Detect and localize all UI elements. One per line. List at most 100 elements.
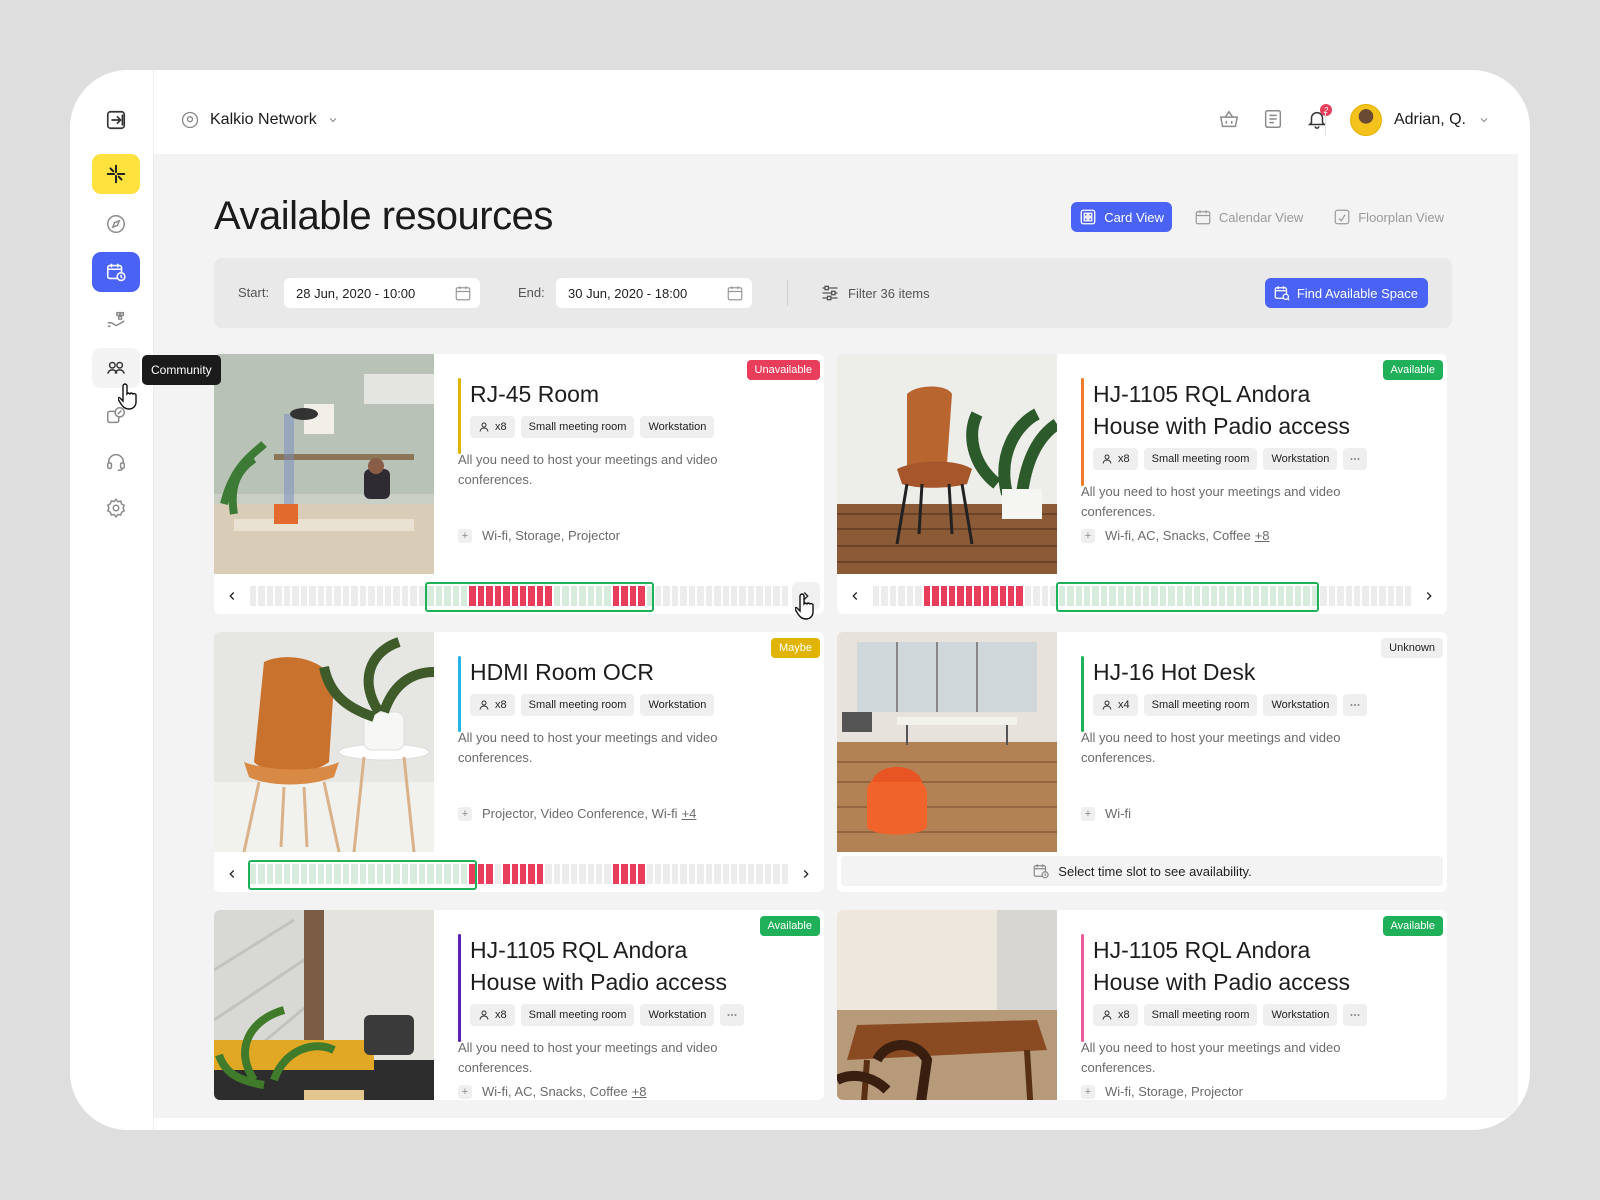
time-slot[interactable] [629,864,637,884]
time-slot[interactable] [705,586,713,606]
time-slot[interactable] [545,864,552,884]
time-slot[interactable] [722,864,729,884]
logo-button[interactable] [92,154,140,194]
tab-card-view[interactable]: Card View [1071,202,1172,232]
time-slot[interactable] [300,586,308,606]
time-slot[interactable] [965,586,973,606]
find-available-space-button[interactable]: Find Available Space [1264,278,1428,308]
time-slot[interactable] [621,864,628,884]
time-slot[interactable] [1362,586,1369,606]
time-slot[interactable] [638,864,645,884]
time-slot[interactable] [773,586,780,606]
time-slot[interactable] [663,864,670,884]
end-date-field[interactable]: 30 Jun, 2020 - 18:00 [556,278,752,308]
time-slot[interactable] [671,586,679,606]
time-slot[interactable] [739,586,746,606]
time-slot[interactable] [671,864,679,884]
time-slot[interactable] [1379,586,1386,606]
time-slot[interactable] [646,864,653,884]
time-slot[interactable] [730,864,738,884]
timeline-next-button[interactable] [792,860,820,888]
time-slot[interactable] [553,864,561,884]
selected-time-window[interactable] [248,860,477,890]
time-slot[interactable] [477,864,485,884]
time-slot[interactable] [604,864,611,884]
time-slot[interactable] [680,586,687,606]
more-amenities-link[interactable]: +8 [1255,528,1270,543]
sidebar-item-bookings[interactable] [92,252,140,292]
start-date-field[interactable]: 28 Jun, 2020 - 10:00 [284,278,480,308]
more-amenities-link[interactable]: +8 [632,1084,647,1099]
time-slot[interactable] [663,586,670,606]
time-slot[interactable] [688,586,696,606]
timeline-prev-button[interactable] [841,582,869,610]
tab-floorplan-view[interactable]: Floorplan View [1325,202,1452,232]
time-slot[interactable] [317,586,324,606]
time-slot[interactable] [250,586,257,606]
resource-card[interactable]: HJ-16 Hot Desk x4 Small meeting room Workst… [837,632,1447,892]
more-tags-button[interactable] [1343,1004,1368,1026]
timeline-next-button[interactable] [1415,582,1443,610]
network-selector[interactable]: Kalkio Network [180,110,339,130]
time-slot[interactable] [494,864,502,884]
resource-card[interactable]: HJ-1105 RQL Andora House with Padio acce… [214,910,824,1100]
time-slot[interactable] [1404,586,1411,606]
time-slot[interactable] [612,864,620,884]
timeline-prev-button[interactable] [218,582,246,610]
time-slot[interactable] [873,586,880,606]
time-slot[interactable] [1008,586,1015,606]
time-slot[interactable] [1033,586,1040,606]
sidebar-item-settings[interactable] [92,488,140,528]
time-slot[interactable] [697,586,704,606]
time-slot[interactable] [756,864,763,884]
time-slot[interactable] [948,586,956,606]
time-slot[interactable] [1041,586,1049,606]
time-slot[interactable] [1024,586,1032,606]
time-slot[interactable] [1396,586,1403,606]
time-slot[interactable] [1370,586,1378,606]
time-slot[interactable] [342,586,350,606]
sidebar-item-services[interactable] [92,300,140,340]
time-slot[interactable] [697,864,704,884]
time-slot[interactable] [680,864,687,884]
time-slot[interactable] [368,586,375,606]
time-slot[interactable] [309,586,316,606]
time-slot[interactable] [376,586,383,606]
time-slot[interactable] [915,586,922,606]
time-slot[interactable] [957,586,964,606]
resource-card[interactable]: HJ-1105 RQL Andora House with Padio acce… [837,910,1447,1100]
time-slot[interactable] [991,586,998,606]
time-slot[interactable] [773,864,780,884]
time-slot[interactable] [401,586,409,606]
user-menu[interactable]: Adrian, Q. [1349,104,1490,136]
time-slot[interactable] [747,586,755,606]
time-slot[interactable] [932,586,939,606]
more-amenities-link[interactable]: +4 [682,806,697,821]
time-slot[interactable] [722,586,729,606]
collapse-sidebar-button[interactable] [92,100,140,140]
time-slot[interactable] [520,864,527,884]
time-slot[interactable] [334,586,341,606]
time-slot[interactable] [982,586,990,606]
time-slot[interactable] [898,586,905,606]
filter-button[interactable]: Filter 36 items [820,283,930,303]
time-slot[interactable] [756,586,763,606]
time-slot[interactable] [536,864,544,884]
time-slot[interactable] [1337,586,1344,606]
time-slot[interactable] [359,586,367,606]
time-slot[interactable] [889,586,897,606]
time-slot[interactable] [587,864,594,884]
sidebar-item-support[interactable] [92,442,140,482]
time-slot[interactable] [258,586,265,606]
tab-calendar-view[interactable]: Calendar View [1186,202,1311,232]
time-slot[interactable] [1353,586,1361,606]
time-slot[interactable] [266,586,274,606]
time-slot[interactable] [730,586,738,606]
more-tags-button[interactable] [1343,694,1368,716]
time-slot[interactable] [764,864,772,884]
more-tags-button[interactable] [1343,448,1368,470]
time-slot[interactable] [655,864,662,884]
time-slot[interactable] [739,864,746,884]
resource-card[interactable]: HDMI Room OCR x8 Small meeting room Worksta… [214,632,824,892]
time-slot[interactable] [781,864,788,884]
